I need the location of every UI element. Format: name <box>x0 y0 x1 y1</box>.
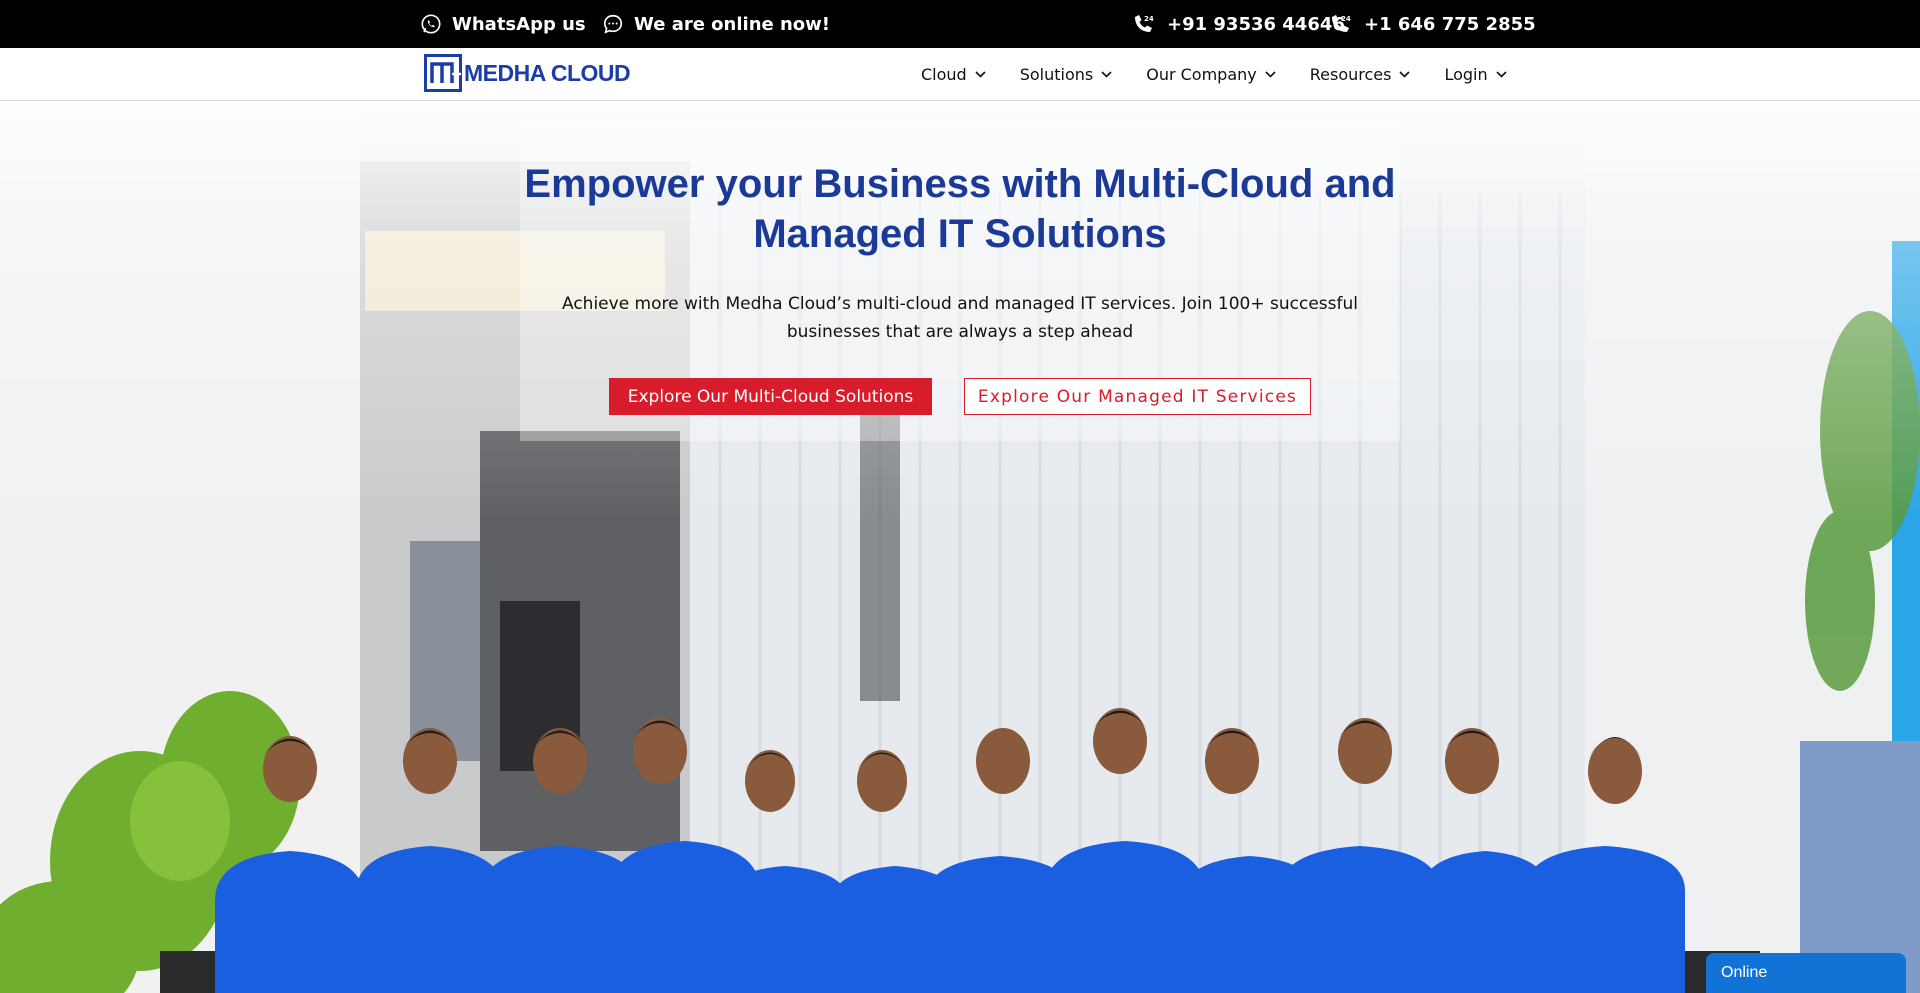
nav-item-resources[interactable]: Resources <box>1310 65 1411 84</box>
main-navbar: MEDHA CLOUD Cloud Solutions Our Company … <box>0 48 1920 101</box>
logo-mark-icon <box>424 54 462 92</box>
chat-status-label: Online <box>1721 964 1768 981</box>
whatsapp-label: WhatsApp us <box>452 13 586 35</box>
online-status-label: We are online now! <box>634 13 831 35</box>
nav-item-label: Our Company <box>1146 65 1257 84</box>
hero-subtitle: Achieve more with Medha Cloud’s multi-cl… <box>562 294 1358 342</box>
nav-item-label: Cloud <box>921 65 967 84</box>
nav-item-our-company[interactable]: Our Company <box>1146 65 1276 84</box>
nav-item-cloud[interactable]: Cloud <box>921 65 986 84</box>
phone-india: +91 93536 44646 <box>1167 13 1345 35</box>
nav-item-login[interactable]: Login <box>1444 65 1507 84</box>
nav-menu: Cloud Solutions Our Company Resources Lo… <box>921 48 1507 101</box>
phone-24-icon: 24 <box>1135 15 1154 32</box>
top-contact-bar: WhatsApp us We are online now! 24 +91 93… <box>0 0 1920 48</box>
phone-india-link[interactable]: 24 +91 93536 44646 <box>1131 0 1345 48</box>
svg-text:24: 24 <box>1144 15 1154 23</box>
nav-item-label: Solutions <box>1019 65 1094 84</box>
explore-managed-it-button[interactable]: Explore Our Managed IT Services <box>964 378 1311 415</box>
chevron-down-icon <box>975 71 986 78</box>
nav-item-label: Resources <box>1309 65 1392 84</box>
chevron-down-icon <box>1496 71 1507 78</box>
nav-item-solutions[interactable]: Solutions <box>1020 65 1113 84</box>
live-chat-widget[interactable]: Online <box>1706 953 1906 993</box>
svg-text:24: 24 <box>1341 15 1351 23</box>
logo-text: MEDHA CLOUD <box>464 59 631 86</box>
medha-cloud-logo[interactable]: MEDHA CLOUD <box>424 54 631 92</box>
chevron-down-icon <box>1101 71 1112 78</box>
chevron-down-icon <box>1265 71 1276 78</box>
phone-24-icon: 24 <box>1332 15 1351 32</box>
explore-multi-cloud-button[interactable]: Explore Our Multi-Cloud Solutions <box>609 378 932 415</box>
hero-section: Empower your Business with Multi-Cloud a… <box>0 101 1920 993</box>
chat-bubble-icon <box>603 14 623 34</box>
online-chat-link[interactable]: We are online now! <box>602 0 830 48</box>
phone-us: +1 646 775 2855 <box>1364 13 1536 35</box>
whatsapp-icon <box>421 14 441 34</box>
nav-item-label: Login <box>1444 65 1488 84</box>
chevron-down-icon <box>1399 71 1411 78</box>
whatsapp-link[interactable]: WhatsApp us <box>420 0 586 48</box>
hero-title: Empower your Business with Multi-Cloud a… <box>524 162 1396 256</box>
phone-us-link[interactable]: 24 +1 646 775 2855 <box>1328 0 1536 48</box>
